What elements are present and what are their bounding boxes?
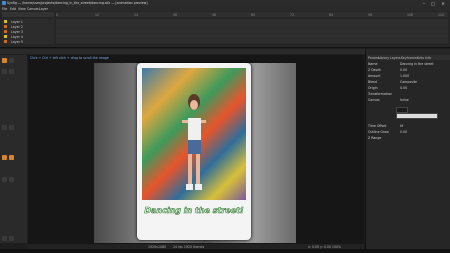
tab-info[interactable]: Info: [425, 56, 431, 60]
tick-label: 48: [212, 12, 217, 17]
scale-tool-icon[interactable]: [2, 69, 7, 74]
param-value[interactable]: 0f: [400, 124, 403, 128]
timeline-controls[interactable]: [2, 12, 54, 17]
panel-tabs: Params Library Layers Keyframes Sets Inf…: [367, 55, 450, 60]
minimize-button[interactable]: –: [420, 1, 428, 6]
keyframe-track[interactable]: [56, 19, 448, 43]
caption-text: Dancing in the street!: [144, 206, 244, 216]
layer-color-icon: [4, 40, 7, 43]
tab-sets[interactable]: Sets: [417, 56, 424, 60]
rotate-tool-icon[interactable]: [9, 69, 14, 74]
dancer-photo: [142, 68, 246, 200]
color-swatch-icon[interactable]: [2, 236, 7, 241]
layer-row[interactable]: Layer 3: [2, 29, 54, 34]
param-value[interactable]: Dancing in the street: [400, 62, 434, 66]
maximize-button[interactable]: □: [429, 1, 437, 6]
layer-name: Layer 4: [11, 34, 23, 39]
taskbar: [0, 249, 450, 253]
tab-layers[interactable]: Layers: [390, 56, 401, 60]
app-icon: [1, 1, 6, 5]
layer-row[interactable]: Layer 4: [2, 34, 54, 39]
tick-label: 72: [290, 12, 295, 17]
param-label: Z Range: [368, 136, 382, 140]
param-label: Origin: [368, 86, 378, 90]
param-label: Blend: [368, 80, 378, 84]
spline-tool-icon[interactable]: [2, 177, 7, 182]
tick-label: 120: [438, 12, 445, 17]
transform-tool-icon[interactable]: [2, 58, 7, 63]
layer-color-icon: [4, 25, 7, 28]
layer-row[interactable]: Layer 1: [2, 19, 54, 24]
param-value[interactable]: Inline: [400, 98, 409, 102]
layer-color-icon: [4, 35, 7, 38]
polaroid-card[interactable]: Dancing in the street!: [137, 63, 251, 240]
tick-label: 12: [95, 12, 100, 17]
canvas-hint: Click + Ctrl + left click + drag to scro…: [30, 56, 109, 60]
layer-row[interactable]: Layer 5: [2, 39, 54, 44]
layer-name: Layer 1: [11, 19, 23, 24]
tick-label: 108: [407, 12, 414, 17]
close-button[interactable]: ✕: [439, 1, 447, 6]
rectangle-tool-icon[interactable]: [9, 125, 14, 130]
layer-row[interactable]: Layer 2: [2, 24, 54, 29]
circle-tool-icon[interactable]: [2, 125, 7, 130]
param-value[interactable]: Composite: [400, 80, 417, 84]
tick-label: 60: [251, 12, 256, 17]
layer-name: Layer 5: [11, 39, 23, 44]
layer-color-icon: [4, 30, 7, 33]
window-title: Synfig — /home/user/projects/dancing_in_…: [7, 1, 148, 5]
tick-label: 96: [368, 12, 373, 17]
param-label: Z Depth: [368, 68, 381, 72]
draw-tool-icon[interactable]: [9, 177, 14, 182]
smooth-move-tool-icon[interactable]: [9, 58, 14, 63]
tab-keyframes[interactable]: Keyframes: [401, 56, 418, 60]
param-label: Name: [368, 62, 378, 66]
star-tool-icon[interactable]: [2, 155, 7, 160]
params-panel: Params Library Layers Keyframes Sets Inf…: [365, 49, 450, 249]
tick-label: 84: [329, 12, 334, 17]
param-label: Outline Grow: [368, 130, 389, 134]
tick-label: 0: [56, 12, 59, 17]
tick-label: 24: [134, 12, 139, 17]
gradient-tool-icon[interactable]: [9, 155, 14, 160]
layer-name: Layer 2: [11, 24, 23, 29]
tab-library[interactable]: Library: [378, 56, 389, 60]
param-label: Time Offset: [368, 124, 387, 128]
tick-label: 36: [173, 12, 178, 17]
toolbox-panel: [0, 55, 27, 243]
param-value[interactable]: 1.000: [400, 74, 409, 78]
brush-swatch-icon[interactable]: [9, 236, 14, 241]
param-value[interactable]: 0.00: [400, 86, 407, 90]
param-label: Amount: [368, 74, 381, 78]
layer-name: Layer 3: [11, 29, 23, 34]
param-field[interactable]: [396, 113, 438, 119]
timeline-panel: 0 12 24 36 48 60 72 84 96 108 120 Layer …: [0, 11, 450, 48]
param-value[interactable]: 0.00: [400, 130, 407, 134]
time-ruler[interactable]: 0 12 24 36 48 60 72 84 96 108 120: [56, 12, 448, 17]
param-value[interactable]: 0.00: [400, 68, 407, 72]
param-label: Canvas: [368, 98, 380, 102]
layer-color-icon: [4, 20, 7, 23]
dancer-figure: [182, 94, 206, 190]
param-label: Transformation: [368, 92, 392, 96]
